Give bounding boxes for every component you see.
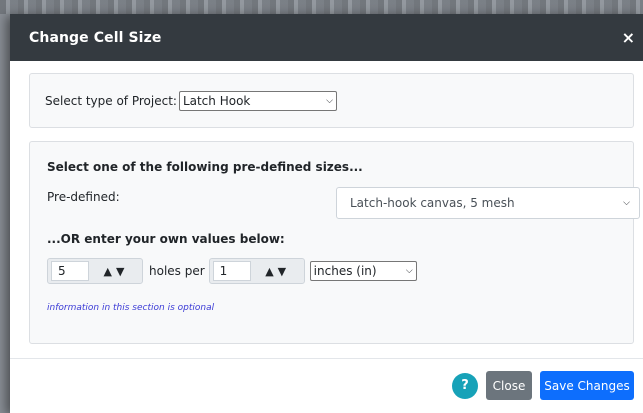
holes-stepper-arrows: ▲ ▼ <box>89 265 139 278</box>
holes-per-label: holes per <box>149 264 205 278</box>
decrement-icon[interactable]: ▼ <box>278 265 286 278</box>
per-input[interactable]: 1 <box>212 261 251 281</box>
per-stepper: 1 ▲ ▼ <box>208 258 305 284</box>
unit-select[interactable]: inches (in) ⌵ <box>309 261 417 281</box>
dialog-body: Select type of Project: Latch Hook ⌵ Sel… <box>10 61 643 344</box>
dialog-title: Change Cell Size <box>29 29 162 46</box>
predefined-row: Pre-defined: Latch-hook canvas, 5 mesh ⌵ <box>47 187 640 219</box>
project-type-section: Select type of Project: Latch Hook ⌵ <box>29 73 634 128</box>
dialog-footer: ? Close Save Changes <box>452 371 634 400</box>
custom-heading: ...OR enter your own values below: <box>47 232 285 246</box>
per-stepper-arrows: ▲ ▼ <box>251 265 301 278</box>
help-button[interactable]: ? <box>452 372 478 399</box>
predefined-heading: Select one of the following pre-defined … <box>47 160 363 174</box>
chevron-down-icon: ⌵ <box>623 198 630 208</box>
save-changes-button[interactable]: Save Changes <box>540 371 634 400</box>
background-page <box>0 0 643 14</box>
project-type-select[interactable]: Latch Hook ⌵ <box>178 90 337 111</box>
close-button[interactable]: Close <box>486 371 532 400</box>
chevron-down-icon: ⌵ <box>326 95 333 106</box>
change-cell-size-dialog: Change Cell Size × Select type of Projec… <box>10 14 643 413</box>
dialog-header: Change Cell Size × <box>10 14 643 61</box>
predefined-label: Pre-defined: <box>47 190 120 204</box>
chevron-down-icon: ⌵ <box>405 266 413 276</box>
custom-values-row: 5 ▲ ▼ holes per 1 ▲ ▼ inches (in) ⌵ <box>47 258 633 284</box>
decrement-icon[interactable]: ▼ <box>116 265 124 278</box>
cell-size-section: Select one of the following pre-defined … <box>29 141 640 344</box>
optional-note: information in this section is optional <box>47 303 215 313</box>
increment-icon[interactable]: ▲ <box>104 265 112 278</box>
predefined-select[interactable]: Latch-hook canvas, 5 mesh ⌵ <box>336 187 640 219</box>
holes-input[interactable]: 5 <box>51 261 89 281</box>
unit-value: inches (in) <box>313 264 377 278</box>
increment-icon[interactable]: ▲ <box>265 265 273 278</box>
close-icon[interactable]: × <box>622 29 635 46</box>
project-type-label: Select type of Project: <box>45 93 177 108</box>
predefined-value: Latch-hook canvas, 5 mesh <box>350 196 515 210</box>
holes-stepper: 5 ▲ ▼ <box>47 258 143 284</box>
project-type-value: Latch Hook <box>182 93 251 108</box>
footer-divider <box>10 358 643 359</box>
